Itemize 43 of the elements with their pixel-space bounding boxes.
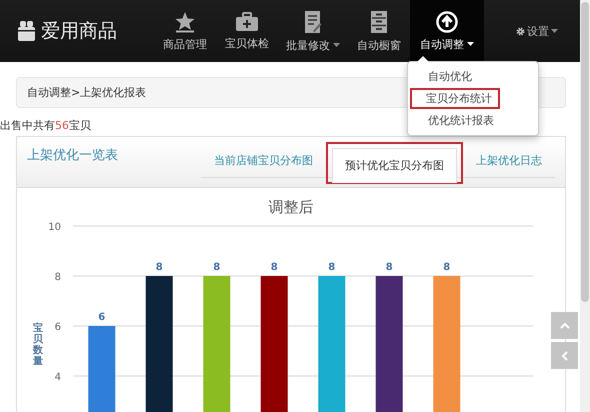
tab[interactable]: 当前店铺宝贝分布图 [207, 153, 320, 177]
gift-icon [17, 20, 36, 42]
data-label: 8 [328, 262, 336, 273]
nav-item[interactable]: 自动橱窗 [348, 0, 410, 62]
brand-name: 爱用商品 [41, 19, 117, 44]
axis-tick-label: 10 [48, 222, 61, 233]
data-label: 8 [213, 262, 220, 273]
panel-title: 上架优化一览表 [27, 147, 119, 164]
nav-item[interactable]: 宝贝体检 [216, 0, 278, 62]
data-label: 6 [98, 312, 106, 323]
back-button[interactable] [551, 342, 578, 369]
nav-item[interactable]: 自动调整 [410, 0, 484, 62]
data-label: 8 [386, 262, 393, 273]
menu-item[interactable]: 宝贝分布统计 [410, 88, 500, 109]
item-count-text: 出售中共有56宝贝 [0, 118, 91, 133]
gear-icon [516, 26, 525, 36]
caret-icon [467, 42, 474, 46]
scroll-up-button[interactable] [551, 312, 578, 339]
cabinet-icon [370, 10, 388, 34]
data-label: 8 [156, 262, 163, 273]
scrollbar-thumb[interactable] [581, 2, 589, 302]
chevron-left-icon [560, 350, 568, 360]
nav-item[interactable]: 商品管理 [154, 0, 216, 62]
nav-item[interactable]: 批量修改 [278, 0, 348, 62]
medical-kit-icon [235, 12, 259, 32]
document-pencil-icon [304, 10, 322, 34]
chart-title: 调整后 [268, 198, 314, 218]
axis-title: 宝贝数量 [33, 323, 43, 369]
caret-icon [333, 43, 340, 47]
menu-item[interactable]: 优化统计报表 [412, 110, 496, 131]
data-label: 8 [443, 262, 450, 273]
data-label: 8 [270, 262, 278, 273]
scrollbar[interactable] [580, 0, 590, 412]
star-icon [174, 10, 196, 32]
settings-menu[interactable]: 设置 [516, 0, 558, 62]
tab[interactable]: 预计优化宝贝分布图 [332, 148, 457, 183]
axis-tick-label: 6 [54, 322, 61, 333]
caret-icon [551, 29, 558, 33]
chevron-up-icon [560, 322, 570, 330]
axis-tick-label: 8 [54, 272, 61, 283]
tab[interactable]: 上架优化日志 [469, 153, 549, 177]
up-arrow-circle-icon [436, 10, 458, 32]
axis-tick-label: 4 [54, 372, 61, 383]
